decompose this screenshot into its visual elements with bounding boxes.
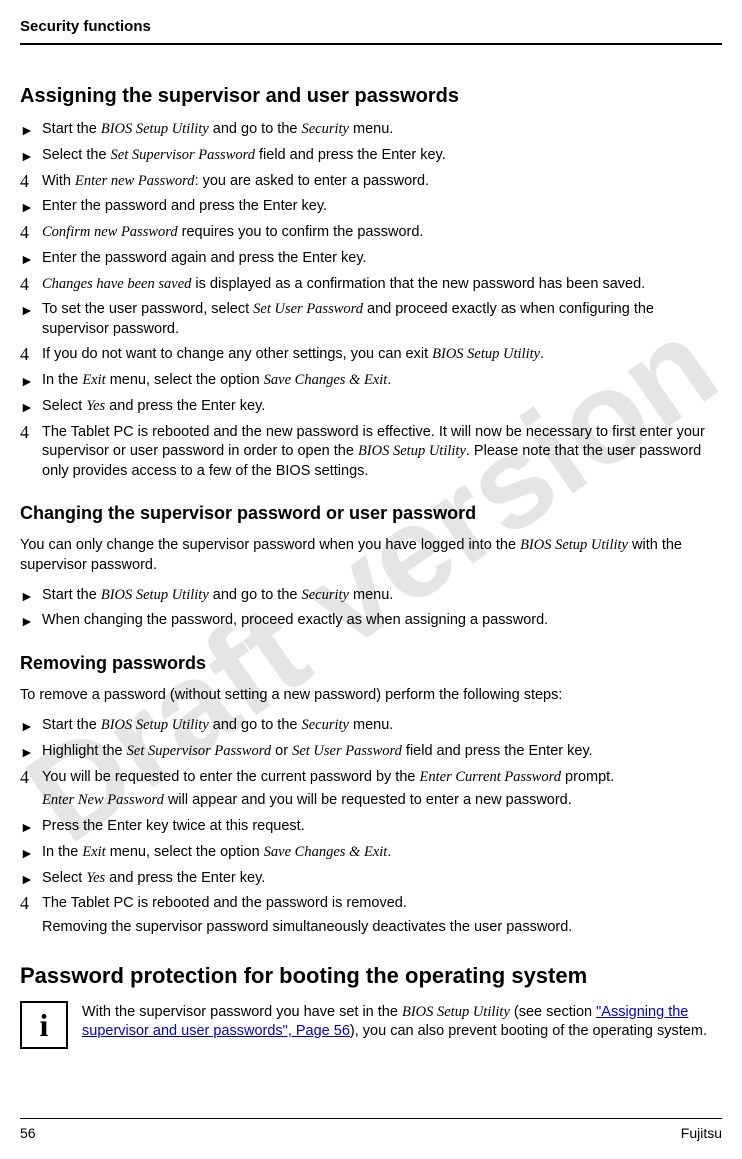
list-item-text: In the Exit menu, select the option Save… [42, 371, 722, 391]
action-marker: ► [20, 716, 42, 736]
list-item-text: To set the user password, select Set Use… [42, 300, 722, 339]
list-item: 4With Enter new Password: you are asked … [20, 172, 722, 192]
list-item: 4If you do not want to change any other … [20, 345, 722, 365]
list-item: ►In the Exit menu, select the option Sav… [20, 371, 722, 391]
list-item-text: If you do not want to change any other s… [42, 345, 722, 365]
section1-title: Assigning the supervisor and user passwo… [20, 85, 722, 108]
action-marker: ► [20, 817, 42, 837]
page-header: Security functions [20, 18, 722, 45]
list-item-text: Select Yes and press the Enter key. [42, 869, 722, 889]
list-item: ►Select the Set Supervisor Password fiel… [20, 146, 722, 166]
result-marker: 4 [20, 768, 42, 786]
list-item: 4Confirm new Password requires you to co… [20, 223, 722, 243]
action-marker: ► [20, 249, 42, 269]
action-marker: ► [20, 146, 42, 166]
list-item-text: With Enter new Password: you are asked t… [42, 172, 722, 192]
list-item: 4The Tablet PC is rebooted and the new p… [20, 423, 722, 482]
result-marker: 4 [20, 172, 42, 190]
list-item: ►Press the Enter key twice at this reque… [20, 817, 722, 837]
list-item: ►In the Exit menu, select the option Sav… [20, 843, 722, 863]
list-item-subline: Removing the supervisor password simulta… [42, 918, 722, 938]
list-item: 4The Tablet PC is rebooted and the passw… [20, 894, 722, 937]
list-item-subline: Enter New Password will appear and you w… [42, 791, 722, 811]
list-item-text: You will be requested to enter the curre… [42, 768, 722, 811]
list-item: ►To set the user password, select Set Us… [20, 300, 722, 339]
action-marker: ► [20, 197, 42, 217]
action-marker: ► [20, 611, 42, 631]
info-box: i With the supervisor password you have … [20, 1001, 722, 1049]
result-marker: 4 [20, 894, 42, 912]
list-item-text: Enter the password again and press the E… [42, 249, 722, 269]
list-item-text: Press the Enter key twice at this reques… [42, 817, 722, 837]
main-content: Assigning the supervisor and user passwo… [20, 85, 722, 1049]
section2-title: Changing the supervisor password or user… [20, 503, 722, 524]
list-item-text: Confirm new Password requires you to con… [42, 223, 722, 243]
section3-intro: To remove a password (without setting a … [20, 686, 722, 706]
list-item: ►Start the BIOS Setup Utility and go to … [20, 716, 722, 736]
action-marker: ► [20, 586, 42, 606]
list-item-text: Highlight the Set Supervisor Password or… [42, 742, 722, 762]
info-text: With the supervisor password you have se… [82, 1001, 722, 1049]
action-marker: ► [20, 397, 42, 417]
list-item-text: The Tablet PC is rebooted and the passwo… [42, 894, 722, 937]
result-marker: 4 [20, 345, 42, 363]
action-marker: ► [20, 120, 42, 140]
action-marker: ► [20, 742, 42, 762]
list-item-text: Start the BIOS Setup Utility and go to t… [42, 120, 722, 140]
result-marker: 4 [20, 223, 42, 241]
list-item: ►Select Yes and press the Enter key. [20, 397, 722, 417]
list-item: 4You will be requested to enter the curr… [20, 768, 722, 811]
list-item-text: Select the Set Supervisor Password field… [42, 146, 722, 166]
action-marker: ► [20, 843, 42, 863]
list-item: ►Start the BIOS Setup Utility and go to … [20, 120, 722, 140]
list-item: ►Enter the password and press the Enter … [20, 197, 722, 217]
list-item-text: Enter the password and press the Enter k… [42, 197, 722, 217]
list-item-text: In the Exit menu, select the option Save… [42, 843, 722, 863]
action-marker: ► [20, 869, 42, 889]
list-item-text: The Tablet PC is rebooted and the new pa… [42, 423, 722, 482]
action-marker: ► [20, 300, 42, 320]
list-item-text: Start the BIOS Setup Utility and go to t… [42, 586, 722, 606]
list-item: ►Start the BIOS Setup Utility and go to … [20, 586, 722, 606]
page-number: 56 [20, 1125, 36, 1141]
list-item-text: When changing the password, proceed exac… [42, 611, 722, 631]
result-marker: 4 [20, 423, 42, 441]
section3-title: Removing passwords [20, 653, 722, 674]
list-item: ►When changing the password, proceed exa… [20, 611, 722, 631]
list-item: ►Highlight the Set Supervisor Password o… [20, 742, 722, 762]
list-item-text: Start the BIOS Setup Utility and go to t… [42, 716, 722, 736]
list-item-text: Select Yes and press the Enter key. [42, 397, 722, 417]
result-marker: 4 [20, 275, 42, 293]
list-item: ►Select Yes and press the Enter key. [20, 869, 722, 889]
page-footer: 56 Fujitsu [20, 1118, 722, 1141]
info-icon: i [20, 1001, 68, 1049]
list-item: ►Enter the password again and press the … [20, 249, 722, 269]
action-marker: ► [20, 371, 42, 391]
footer-brand: Fujitsu [681, 1125, 722, 1141]
section2-intro: You can only change the supervisor passw… [20, 536, 722, 575]
list-item: 4Changes have been saved is displayed as… [20, 275, 722, 295]
list-item-text: Changes have been saved is displayed as … [42, 275, 722, 295]
section4-title: Password protection for booting the oper… [20, 963, 722, 989]
